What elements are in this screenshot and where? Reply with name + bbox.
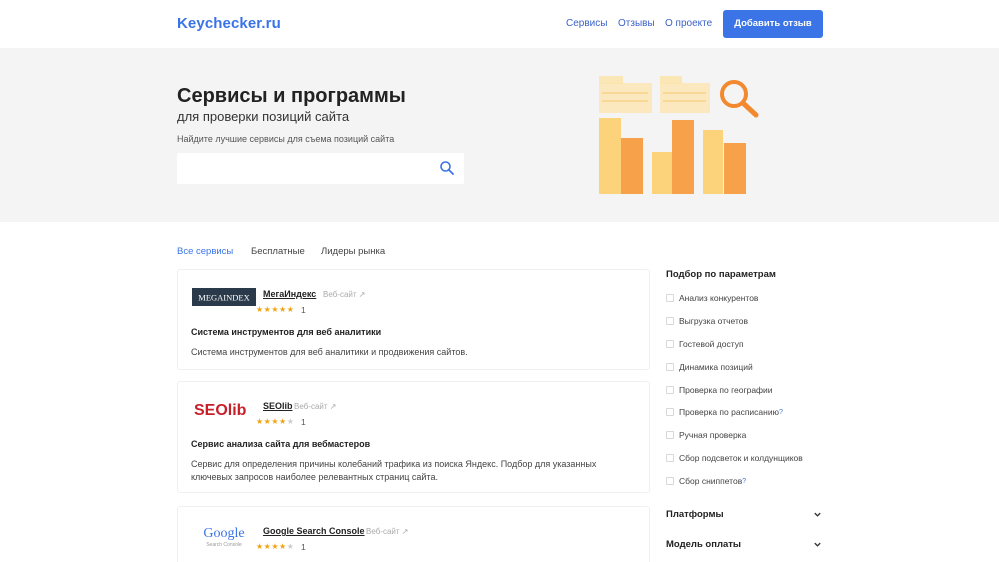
search-icon[interactable] [439, 160, 455, 176]
google-search-console-logo[interactable]: Google Search Console [192, 523, 256, 549]
website-link[interactable]: Веб-сайт ↗ [366, 527, 408, 536]
help-icon[interactable]: ? [779, 409, 783, 416]
search-hint: Найдите лучшие сервисы для съема позиций… [177, 134, 395, 144]
tab-free[interactable]: Бесплатные [251, 246, 305, 257]
hero-illustration [599, 76, 759, 194]
help-icon[interactable]: ? [742, 478, 746, 485]
tab-market-leaders[interactable]: Лидеры рынка [321, 246, 385, 257]
website-link[interactable]: Веб-сайт ↗ [323, 290, 365, 299]
seolib-logo[interactable]: SEOlib [192, 400, 256, 418]
service-name-link[interactable]: Google Search Console [263, 526, 365, 536]
checkbox[interactable] [666, 386, 674, 394]
service-description: Система инструментов для веб аналитики и… [191, 347, 468, 357]
rating-stars: ★★★★★ [256, 417, 295, 426]
svg-text:MEGAINDEX: MEGAINDEX [198, 293, 249, 303]
rating-stars: ★★★★★ [256, 542, 295, 551]
service-card: MEGAINDEX МегаИндекс Веб-сайт ↗ ★★★★★ 1 … [177, 269, 650, 370]
chevron-down-icon [814, 542, 821, 547]
filter-option[interactable]: Динамика позиций [666, 362, 753, 372]
review-count[interactable]: 1 [301, 417, 306, 427]
external-link-icon: ↗ [401, 527, 409, 536]
filter-option[interactable]: Гостевой доступ [666, 339, 744, 349]
service-description: Сервис для определения причины колебаний… [191, 459, 597, 482]
site-header: Keychecker.ru Сервисы Отзывы О проекте Д… [0, 0, 999, 48]
external-link-icon: ↗ [329, 402, 337, 411]
service-card: Google Search Console Google Search Cons… [177, 506, 650, 562]
checkbox[interactable] [666, 431, 674, 439]
filter-title: Подбор по параметрам [666, 269, 776, 280]
page-title: Сервисы и программы [177, 85, 406, 107]
filter-option[interactable]: Проверка по географии [666, 385, 773, 395]
svg-text:Google: Google [203, 526, 244, 541]
service-name-link[interactable]: МегаИндекс [263, 289, 316, 299]
checkbox[interactable] [666, 317, 674, 325]
checkbox[interactable] [666, 454, 674, 462]
site-logo[interactable]: Keychecker.ru [177, 15, 281, 32]
nav-link-services[interactable]: Сервисы [566, 18, 607, 29]
svg-text:SEOlib: SEOlib [194, 402, 247, 418]
service-title: Система инструментов для веб аналитики [191, 327, 382, 337]
rating-stars: ★★★★★ [256, 305, 295, 314]
filter-option[interactable]: Сбор подсветок и колдунщиков [666, 453, 803, 463]
megaindex-logo[interactable]: MEGAINDEX [192, 288, 256, 306]
service-name-link[interactable]: SEOlib [263, 401, 293, 411]
checkbox[interactable] [666, 477, 674, 485]
hero-section [0, 48, 999, 222]
checkbox[interactable] [666, 408, 674, 416]
search-input[interactable] [177, 153, 464, 184]
nav-link-about[interactable]: О проекте [665, 18, 712, 29]
tab-all-services[interactable]: Все сервисы [177, 246, 233, 257]
filter-option[interactable]: Сбор сниппетов? [666, 476, 746, 486]
service-title: Сервис анализа сайта для вебмастеров [191, 439, 371, 449]
filter-option[interactable]: Выгрузка отчетов [666, 316, 748, 326]
accordion-platforms[interactable]: Платформы [666, 509, 824, 520]
accordion-payment-model[interactable]: Модель оплаты [666, 539, 824, 550]
filter-option[interactable]: Проверка по расписанию? [666, 407, 783, 417]
page-subtitle: для проверки позиций сайта [177, 109, 350, 124]
chevron-down-icon [814, 512, 821, 517]
review-count[interactable]: 1 [301, 305, 306, 315]
svg-text:Search Console: Search Console [206, 542, 242, 548]
review-count[interactable]: 1 [301, 542, 306, 552]
add-review-button[interactable]: Добавить отзыв [723, 10, 823, 38]
nav-link-reviews[interactable]: Отзывы [618, 18, 655, 29]
checkbox[interactable] [666, 294, 674, 302]
service-card: SEOlib SEOlib Веб-сайт ↗ ★★★★★ 1 Сервис … [177, 381, 650, 493]
filter-option[interactable]: Ручная проверка [666, 430, 746, 440]
checkbox[interactable] [666, 340, 674, 348]
filter-option[interactable]: Анализ конкурентов [666, 293, 758, 303]
checkbox[interactable] [666, 363, 674, 371]
external-link-icon: ↗ [358, 290, 366, 299]
website-link[interactable]: Веб-сайт ↗ [294, 402, 336, 411]
